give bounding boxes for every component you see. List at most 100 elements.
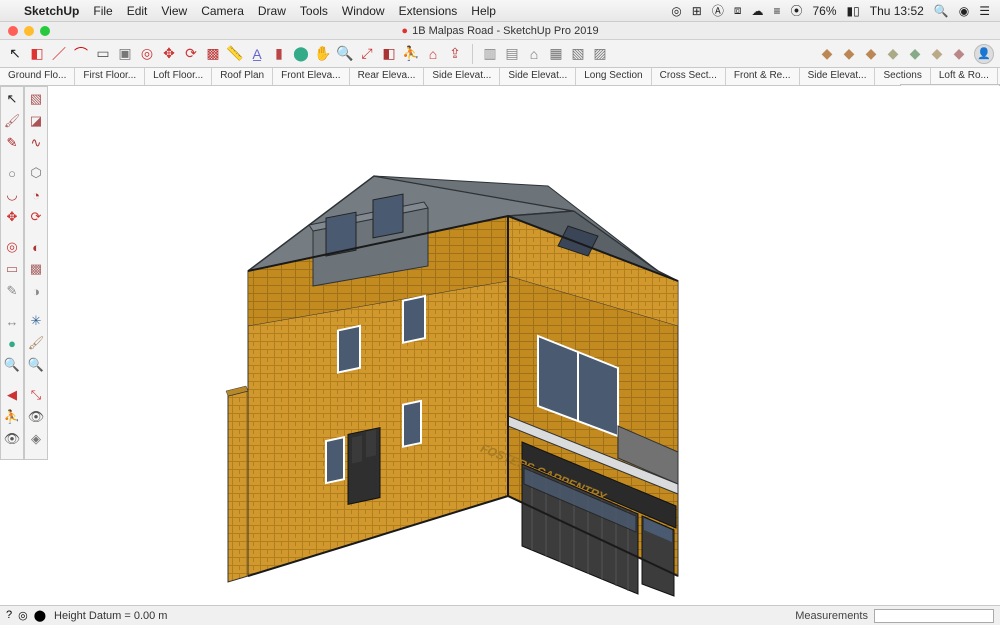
menu-file[interactable]: File: [93, 4, 112, 18]
zoom2-icon[interactable]: 🔍: [1, 355, 23, 375]
stack1-icon[interactable]: ▥: [481, 45, 499, 63]
walk-icon[interactable]: ⛹: [402, 45, 420, 63]
menu-tools[interactable]: Tools: [300, 4, 328, 18]
menu-draw[interactable]: Draw: [258, 4, 286, 18]
status-a-icon[interactable]: Ⓐ: [712, 2, 724, 19]
stack2-icon[interactable]: ▤: [503, 45, 521, 63]
squiggle-icon[interactable]: ∿: [25, 133, 47, 153]
zoom-icon[interactable]: 🔍: [336, 45, 354, 63]
status-grid-icon[interactable]: ⊞: [692, 4, 702, 18]
style3-icon[interactable]: ◆: [862, 45, 880, 63]
menu-window[interactable]: Window: [342, 4, 385, 18]
paint-sm-icon[interactable]: 🖌: [1, 111, 23, 131]
scene-tab[interactable]: Cross Sect...: [652, 68, 726, 85]
eraser2-icon[interactable]: ◪: [25, 111, 47, 131]
pie-icon[interactable]: ◔: [25, 185, 47, 205]
status-cloud-icon[interactable]: ☁: [751, 4, 763, 18]
status-loop-icon[interactable]: ◎: [671, 4, 681, 18]
axe-icon[interactable]: ✳: [25, 311, 47, 331]
style5-icon[interactable]: ◆: [906, 45, 924, 63]
scene-tab[interactable]: Long Section: [576, 68, 651, 85]
scene-tab[interactable]: Side Elevat...: [500, 68, 576, 85]
warehouse-icon[interactable]: ⌂: [424, 45, 442, 63]
walk2-icon[interactable]: ⛹: [1, 407, 23, 427]
tape2-icon[interactable]: ✎: [1, 281, 23, 301]
close-window-icon[interactable]: [8, 26, 18, 36]
pan-icon[interactable]: ✋: [314, 45, 332, 63]
arc-icon[interactable]: ⌒: [72, 45, 90, 63]
select-sm-icon[interactable]: ↖: [1, 89, 23, 109]
battery-icon[interactable]: ▮▯: [847, 4, 860, 18]
spotlight-icon[interactable]: 🔍: [934, 4, 949, 18]
poly-icon[interactable]: ⬡: [25, 163, 47, 183]
rectangle-icon[interactable]: ▭: [94, 45, 112, 63]
orbit-icon[interactable]: ⬤: [292, 45, 310, 63]
dim-icon[interactable]: ↔: [1, 311, 23, 331]
share-icon[interactable]: ⇪: [446, 45, 464, 63]
book-icon[interactable]: ▧: [25, 89, 47, 109]
offset-icon[interactable]: ◎: [138, 45, 156, 63]
scene-tab[interactable]: First Floor...: [75, 68, 145, 85]
user-avatar-icon[interactable]: 👤: [974, 44, 994, 64]
zoom3-icon[interactable]: 🔍: [25, 355, 47, 375]
move2-icon[interactable]: ✥: [1, 207, 23, 227]
scale2-icon[interactable]: ▩: [25, 259, 47, 279]
rect2-icon[interactable]: ▭: [1, 259, 23, 279]
style2-icon[interactable]: ◆: [840, 45, 858, 63]
notif-icon[interactable]: ☰: [979, 4, 990, 18]
orbit2-icon[interactable]: ●: [1, 333, 23, 353]
zoomext-icon[interactable]: ⤢: [358, 45, 376, 63]
offset2-icon[interactable]: ◎: [1, 237, 23, 257]
scene-tab[interactable]: Front & Re...: [726, 68, 800, 85]
status-b-icon[interactable]: ⧈: [734, 3, 742, 18]
clock[interactable]: Thu 13:52: [870, 4, 924, 18]
protractor-icon[interactable]: ◑: [25, 281, 47, 301]
wifi-icon[interactable]: ⦿: [790, 2, 802, 19]
menu-help[interactable]: Help: [471, 4, 496, 18]
rotate2-icon[interactable]: ⟳: [25, 207, 47, 227]
tape-icon[interactable]: 📏: [226, 45, 244, 63]
scene-tab[interactable]: Front Eleva...: [273, 68, 349, 85]
scene-tab[interactable]: Rear Eleva...: [350, 68, 425, 85]
ext-icon[interactable]: ⤡: [25, 385, 47, 405]
scale-icon[interactable]: ▩: [204, 45, 222, 63]
eye-icon[interactable]: 👁: [1, 429, 23, 449]
eraser-icon[interactable]: ◧: [28, 45, 46, 63]
rotate-icon[interactable]: ⟳: [182, 45, 200, 63]
style7-icon[interactable]: ◆: [950, 45, 968, 63]
person-icon[interactable]: ⬤: [34, 609, 46, 622]
text-icon[interactable]: A̲: [248, 45, 266, 63]
siri-icon[interactable]: ◉: [959, 4, 969, 18]
house1-icon[interactable]: ⌂: [525, 45, 543, 63]
circle-icon[interactable]: ○: [1, 163, 23, 183]
zoom-window-icon[interactable]: [40, 26, 50, 36]
house3-icon[interactable]: ▧: [569, 45, 587, 63]
scene-tab[interactable]: Ground Flo...: [0, 68, 75, 85]
menu-view[interactable]: View: [161, 4, 187, 18]
minimize-window-icon[interactable]: [24, 26, 34, 36]
move-icon[interactable]: ✥: [160, 45, 178, 63]
follow-icon[interactable]: ◐: [25, 237, 47, 257]
pushpull-icon[interactable]: ▣: [116, 45, 134, 63]
house2-icon[interactable]: ▦: [547, 45, 565, 63]
style4-icon[interactable]: ◆: [884, 45, 902, 63]
help-icon[interactable]: ?: [6, 609, 12, 622]
viewport-3d[interactable]: FOSTERS CARPENTRY: [48, 86, 1000, 605]
prev-icon[interactable]: ◀: [1, 385, 23, 405]
arc2-icon[interactable]: ◡: [1, 185, 23, 205]
scene-tab[interactable]: Loft Floor...: [145, 68, 212, 85]
scene-tab[interactable]: Side Elevat...: [424, 68, 500, 85]
pencil-icon[interactable]: ✎: [1, 133, 23, 153]
bluetooth-icon[interactable]: ≡: [773, 4, 780, 18]
line-icon[interactable]: ／: [50, 45, 68, 63]
menu-edit[interactable]: Edit: [127, 4, 148, 18]
menu-camera[interactable]: Camera: [201, 4, 244, 18]
geo-icon[interactable]: ◎: [18, 609, 28, 622]
style1-icon[interactable]: ◆: [818, 45, 836, 63]
scene-tab[interactable]: Loft & Ro...: [931, 68, 998, 85]
scene-tab[interactable]: Sections: [875, 68, 930, 85]
scene-tab[interactable]: Roof Plan: [212, 68, 273, 85]
style6-icon[interactable]: ◆: [928, 45, 946, 63]
paint2-icon[interactable]: 🖌: [25, 333, 47, 353]
house4-icon[interactable]: ▨: [591, 45, 609, 63]
